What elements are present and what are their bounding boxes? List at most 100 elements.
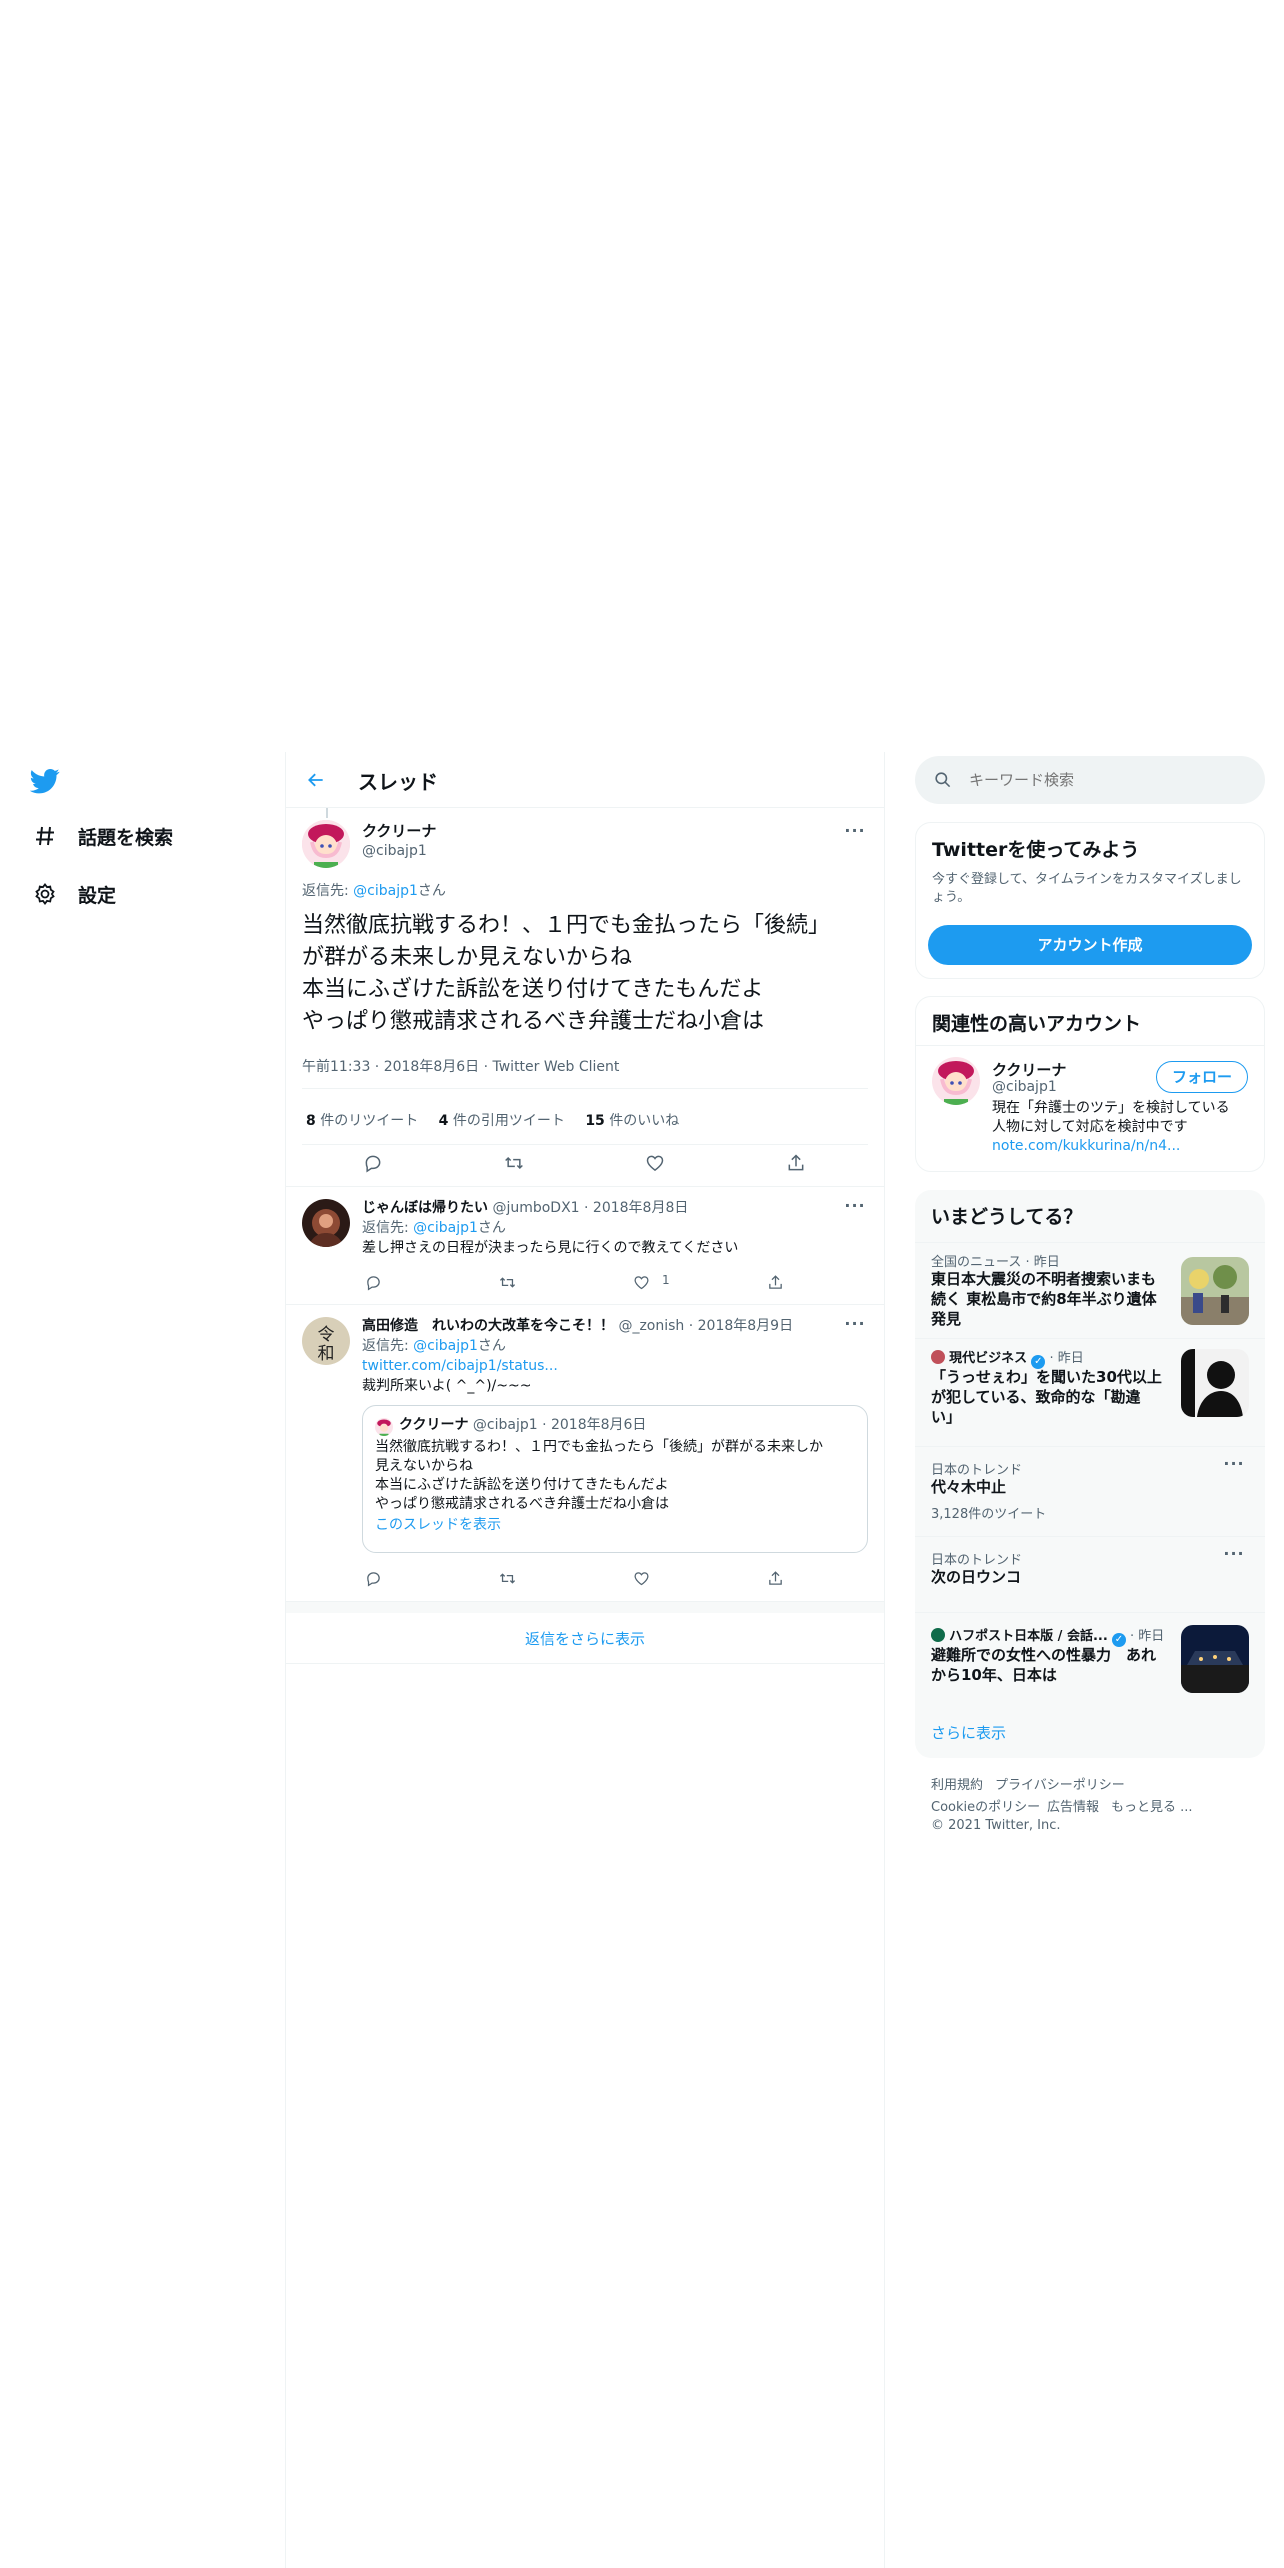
trend-item[interactable]: 日本のトレンド 次の日ウンコ ··· [915, 1536, 1265, 1612]
share-icon[interactable] [762, 1269, 788, 1295]
reply-to: 返信先: @cibajp1さん [362, 1337, 506, 1356]
reply-prefix: 返信先: [302, 883, 354, 899]
trend-meta: · 昨日 [1130, 1629, 1165, 1644]
thread-header: スレッド [286, 752, 884, 808]
news-source-icon [931, 1628, 945, 1642]
tweet-meta[interactable]: 午前11:33 · 2018年8月6日 · Twitter Web Client [302, 1056, 619, 1076]
like-icon[interactable] [628, 1269, 654, 1295]
trend-source: ハフポスト日本版 / 会話... ✓ · 昨日 [931, 1625, 1164, 1647]
svg-text:令: 令 [318, 1325, 335, 1345]
handle[interactable]: @cibajp1 [362, 842, 427, 861]
show-more-replies-button[interactable]: 返信をさらに表示 [286, 1614, 884, 1664]
display-name[interactable]: じゃんぼは帰りたい [362, 1200, 488, 1216]
tweet-link[interactable]: twitter.com/cibajp1/status... [362, 1357, 558, 1376]
back-arrow-icon[interactable] [300, 764, 332, 796]
trend-item[interactable]: ハフポスト日本版 / 会話... ✓ · 昨日 避難所での女性への性暴力 あれ … [915, 1612, 1265, 1706]
trend-title: 「うっせぇわ」を聞いた30代以上 が犯している、致命的な「勘違 い」 [931, 1367, 1171, 1427]
trend-title-line: 避難所での女性への性暴力 あれ [931, 1646, 1157, 1664]
avatar[interactable] [932, 1057, 980, 1105]
footer-ads-link[interactable]: 広告情報 [1047, 1796, 1099, 1815]
reply-suffix: さん [417, 883, 446, 899]
footer-copyright: © 2021 Twitter, Inc. [931, 1818, 1061, 1833]
signup-title: Twitterを使ってみよう [932, 839, 1140, 861]
tweet-text-line: やっぱり懲戒請求されるべき弁護士だね小倉は [302, 1009, 765, 1034]
more-options-icon[interactable]: ··· [842, 1198, 868, 1219]
like-count: 1 [662, 1273, 670, 1287]
quoted-text-line: 当然徹底抗戦するわ！、１円でも金払ったら「後続」が群がる未来しか [375, 1439, 823, 1455]
display-name: ククリーナ [399, 1417, 469, 1433]
reply-to-handle-link[interactable]: @cibajp1 [353, 883, 418, 899]
reply-icon[interactable] [360, 1269, 386, 1295]
show-more-trends-link[interactable]: さらに表示 [931, 1722, 1006, 1743]
avatar[interactable] [302, 1199, 350, 1247]
divider [302, 1088, 868, 1089]
related-accounts-card: 関連性の高いアカウント ククリーナ @cibajp1 フォロー 現在「弁護士のツ… [915, 996, 1265, 1172]
reply-icon[interactable] [360, 1150, 386, 1176]
trend-item[interactable]: 全国のニュース · 昨日 東日本大震災の不明者捜索いまも 続く 東松島市で約8年… [915, 1242, 1265, 1338]
more-options-icon[interactable]: ··· [1221, 1546, 1247, 1567]
like-icon[interactable] [628, 1565, 654, 1591]
reply-to-handle-link[interactable]: @cibajp1 [413, 1338, 478, 1354]
reply-tweet[interactable]: じゃんぼは帰りたい @jumboDX1 · 2018年8月8日 ··· 返信先:… [286, 1187, 884, 1304]
more-options-icon[interactable]: ··· [842, 823, 868, 844]
trend-item[interactable]: 現代ビジネス ✓ · 昨日 「うっせぇわ」を聞いた30代以上 が犯している、致命… [915, 1338, 1265, 1446]
show-thread-link[interactable]: このスレッドを表示 [375, 1516, 501, 1535]
thread-column: スレッド ククリーナ @cibajp1 ··· 返信先: @cibajp1さん … [285, 752, 885, 2568]
signup-card: Twitterを使ってみよう 今すぐ登録して、タイムラインをカスタマイズしまし … [915, 822, 1265, 979]
trend-meta: · 昨日 [1049, 1351, 1084, 1366]
handle[interactable]: @cibajp1 [992, 1079, 1057, 1095]
follow-button[interactable]: フォロー [1156, 1061, 1248, 1093]
trend-title-line: い」 [931, 1408, 962, 1426]
nav-settings[interactable]: 設定 [32, 874, 116, 914]
search-box[interactable] [915, 756, 1265, 804]
source-name: 現代ビジネス [949, 1351, 1028, 1366]
create-account-button[interactable]: アカウント作成 [928, 925, 1252, 965]
display-name[interactable]: 高田修造 れいわの大改革を今こそ！！ [362, 1318, 614, 1334]
signup-description: 今すぐ登録して、タイムラインをカスタマイズしまし ょう。 [932, 871, 1252, 907]
share-icon[interactable] [762, 1565, 788, 1591]
display-name[interactable]: ククリーナ [362, 822, 436, 841]
reply-prefix: 返信先: [362, 1220, 414, 1236]
avatar[interactable]: 令和 [302, 1317, 350, 1365]
retweets-stat[interactable]: 8 件のリツイート [306, 1113, 418, 1129]
retweet-icon[interactable] [494, 1565, 520, 1591]
section-gap [286, 1601, 884, 1613]
share-icon[interactable] [783, 1150, 809, 1176]
bio-line: 現在「弁護士のツテ」を検討している [992, 1100, 1230, 1116]
twitter-logo-icon[interactable] [29, 766, 62, 798]
trend-title: 東日本大震災の不明者捜索いまも 続く 東松島市で約8年半ぶり遺体 発見 [931, 1269, 1171, 1329]
quoted-header: ククリーナ @cibajp1 · 2018年8月6日 [399, 1416, 646, 1435]
trend-title-line: 続く 東松島市で約8年半ぶり遺体 [931, 1290, 1157, 1308]
handle-date[interactable]: @_zonish · 2018年8月9日 [614, 1318, 793, 1334]
nav-explore[interactable]: 話題を検索 [32, 816, 173, 856]
bio-line: 人物に対して対応を検討中です [992, 1119, 1188, 1135]
tweet-text-line: 本当にふざけた訴訟を送り付けてきたもんだよ [302, 977, 764, 1002]
handle-date[interactable]: @jumboDX1 · 2018年8月8日 [488, 1200, 688, 1216]
bio-link[interactable]: note.com/kukkurina/n/n4... [992, 1137, 1254, 1156]
search-icon [933, 770, 952, 793]
more-options-icon[interactable]: ··· [1221, 1456, 1247, 1477]
footer-cookie-link[interactable]: Cookieのポリシー [931, 1796, 1040, 1815]
footer-more-link[interactable]: もっと見る ... [1111, 1796, 1193, 1815]
quoted-tweet[interactable]: ククリーナ @cibajp1 · 2018年8月6日 当然徹底抗戦するわ！、１円… [362, 1405, 868, 1553]
like-icon[interactable] [642, 1150, 668, 1176]
search-input[interactable] [969, 768, 1249, 792]
footer-privacy-link[interactable]: プライバシーポリシー [995, 1774, 1125, 1793]
trend-item[interactable]: 日本のトレンド 代々木中止 3,128件のツイート ··· [915, 1446, 1265, 1536]
retweet-icon[interactable] [501, 1150, 527, 1176]
display-name[interactable]: ククリーナ [992, 1059, 1066, 1080]
avatar [375, 1418, 393, 1436]
likes-stat[interactable]: 15 件のいいね [585, 1113, 679, 1129]
reply-to-handle-link[interactable]: @cibajp1 [413, 1220, 478, 1236]
avatar[interactable] [302, 820, 350, 868]
tweet-stats: 8 件のリツイート 4 件の引用ツイート 15 件のいいね [306, 1110, 679, 1130]
retweet-icon[interactable] [494, 1269, 520, 1295]
more-options-icon[interactable]: ··· [842, 1316, 868, 1337]
trend-tweet-count: 3,128件のツイート [931, 1507, 1047, 1522]
quotes-stat[interactable]: 4 件の引用ツイート [439, 1113, 565, 1129]
footer-terms-link[interactable]: 利用規約 [931, 1774, 983, 1793]
quoted-text-line: やっぱり懲戒請求されるべき弁護士だね小倉は [375, 1496, 669, 1512]
reply-tweet[interactable]: 令和 高田修造 れいわの大改革を今こそ！！ @_zonish · 2018年8月… [286, 1305, 884, 1603]
handle-date: @cibajp1 · 2018年8月6日 [468, 1417, 647, 1433]
reply-icon[interactable] [360, 1565, 386, 1591]
